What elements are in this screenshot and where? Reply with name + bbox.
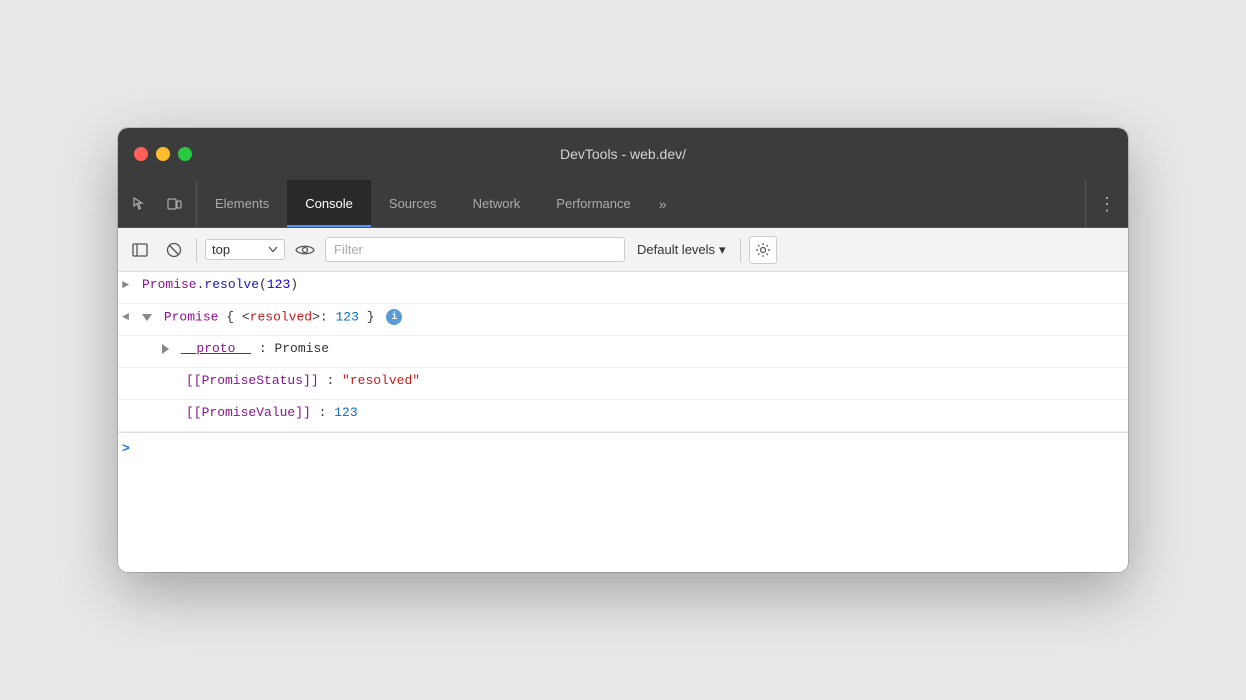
code-method: resolve	[204, 277, 259, 292]
context-value: top	[212, 242, 230, 257]
context-selector[interactable]: top	[205, 239, 285, 260]
status-arrow	[166, 373, 186, 374]
code-keyword: Promise	[142, 277, 197, 292]
console-entry-promise: ◄ Promise { <resolved>: 123 } i	[118, 304, 1128, 336]
console-promise-status: [[PromiseStatus]] : "resolved"	[118, 368, 1128, 400]
code-status-value: "resolved"	[342, 373, 420, 388]
more-options-icon[interactable]: ⋮	[1098, 195, 1116, 213]
entry-content: Promise.resolve(123)	[142, 277, 1120, 292]
expand-triangle-icon[interactable]	[162, 344, 169, 354]
context-arrow-icon	[268, 246, 278, 253]
code-value-key: [[PromiseValue]]	[186, 405, 311, 420]
minimize-button[interactable]	[156, 147, 170, 161]
filter-input[interactable]	[325, 237, 625, 262]
devtools-icons	[118, 180, 197, 227]
console-promise-value: [[PromiseValue]] : 123	[118, 400, 1128, 432]
proto-arrow[interactable]	[142, 341, 162, 342]
maximize-button[interactable]	[178, 147, 192, 161]
value-arrow	[166, 405, 186, 406]
clear-console-icon[interactable]	[160, 236, 188, 264]
toolbar-divider-2	[740, 238, 741, 262]
proto-content: __proto__ : Promise	[162, 341, 1120, 356]
tab-bar-right: ⋮	[1085, 180, 1128, 227]
tab-sources[interactable]: Sources	[371, 180, 455, 227]
promise-content: Promise { <resolved>: 123 } i	[142, 309, 1120, 325]
tab-performance[interactable]: Performance	[538, 180, 648, 227]
window-controls	[134, 147, 192, 161]
log-levels-button[interactable]: Default levels ▾	[631, 238, 732, 262]
entry-back-arrow[interactable]: ◄	[122, 309, 142, 324]
code-number: 123	[267, 277, 290, 292]
settings-gear-icon[interactable]	[749, 236, 777, 264]
console-entry-input: ► Promise.resolve(123)	[118, 272, 1128, 304]
close-button[interactable]	[134, 147, 148, 161]
tab-bar: Elements Console Sources Network Perform…	[118, 180, 1128, 228]
devtools-window: DevTools - web.dev/ Elements Console	[118, 128, 1128, 572]
window-title: DevTools - web.dev/	[560, 146, 686, 162]
inspect-element-icon[interactable]	[126, 190, 154, 218]
tab-elements[interactable]: Elements	[197, 180, 287, 227]
tabs-overflow-button[interactable]: »	[649, 180, 677, 227]
tab-network[interactable]: Network	[455, 180, 539, 227]
console-toolbar: top Default levels ▾	[118, 228, 1128, 272]
console-input-line[interactable]: >	[118, 432, 1128, 464]
eye-icon[interactable]	[291, 236, 319, 264]
console-proto-line: __proto__ : Promise	[118, 336, 1128, 368]
sidebar-toggle-icon[interactable]	[126, 236, 154, 264]
title-bar: DevTools - web.dev/	[118, 128, 1128, 180]
device-toolbar-icon[interactable]	[160, 190, 188, 218]
code-resolved-value: 123	[336, 309, 359, 324]
status-content: [[PromiseStatus]] : "resolved"	[186, 373, 1120, 388]
value-content: [[PromiseValue]] : 123	[186, 405, 1120, 420]
tabs-container: Elements Console Sources Network Perform…	[197, 180, 1085, 227]
entry-arrow[interactable]: ►	[122, 277, 142, 292]
info-badge[interactable]: i	[386, 309, 402, 325]
code-proto-link[interactable]: __proto__	[181, 341, 251, 356]
console-output: ► Promise.resolve(123) ◄ Promise { <reso…	[118, 272, 1128, 572]
tab-console[interactable]: Console	[287, 180, 371, 227]
input-caret-icon: >	[122, 441, 130, 456]
code-value-number: 123	[334, 405, 357, 420]
code-promise-label: Promise	[164, 309, 226, 324]
code-status-key: [[PromiseStatus]]	[186, 373, 319, 388]
collapse-triangle-icon[interactable]	[142, 314, 152, 321]
toolbar-divider	[196, 238, 197, 262]
